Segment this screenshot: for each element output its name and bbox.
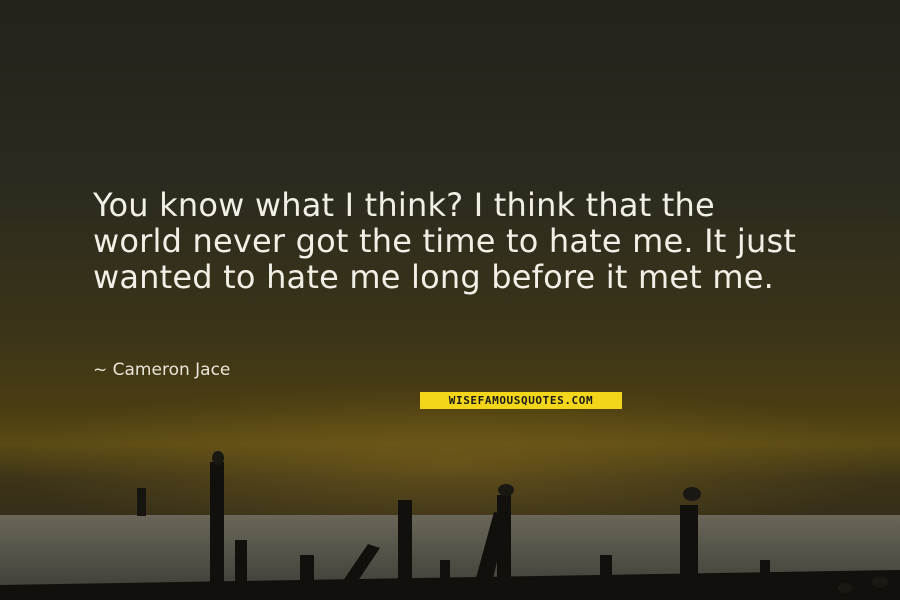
quote-text: You know what I think? I think that the …: [93, 186, 797, 296]
pier-posts: [0, 462, 900, 600]
background-photo: You know what I think? I think that the …: [0, 0, 900, 600]
watermark-logo: WISEFAMOUSQUOTES.COM: [420, 392, 622, 409]
quote-author: ~ Cameron Jace: [93, 360, 231, 380]
pier-silhouette: [0, 451, 900, 600]
lighthouse: [137, 488, 146, 516]
